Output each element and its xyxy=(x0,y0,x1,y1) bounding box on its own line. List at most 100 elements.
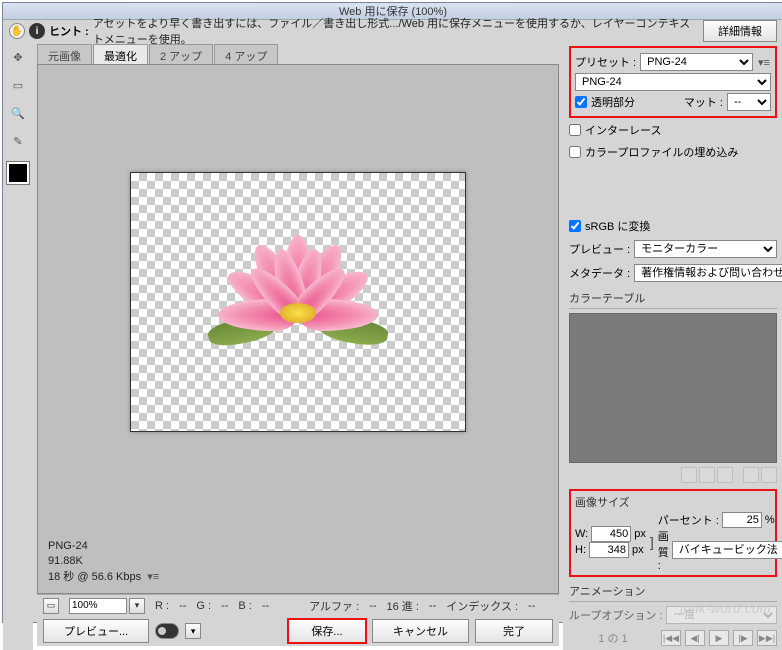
ct-icon-2 xyxy=(699,467,715,483)
preview-button[interactable]: プレビュー... xyxy=(43,619,149,643)
hint-bar: ✋ i ヒント : アセットをより早く書き出すには、ファイル／書き出し形式...… xyxy=(3,20,782,42)
colortable-toolbar xyxy=(569,467,777,483)
colortable-title: カラーテーブル xyxy=(569,290,777,309)
center-panel: 元画像 最適化 2 アップ 4 アップ xyxy=(33,42,563,650)
transparency-label: 透明部分 xyxy=(591,94,635,110)
status-alpha-label: アルファ : xyxy=(309,598,359,614)
zoom-tool[interactable]: 🔍 xyxy=(7,102,29,124)
status-hex-val: -- xyxy=(429,600,436,612)
format-group: プリセット : PNG-24 ▾≡ PNG-24 透明部分 マット : -- xyxy=(569,46,777,118)
interlace-checkbox[interactable] xyxy=(569,124,581,136)
image-size-group: 画像サイズ W: px H: px ] xyxy=(569,489,777,577)
imagesize-title: 画像サイズ xyxy=(575,494,771,512)
watermark: junk-word.com xyxy=(680,601,771,616)
preset-menu-icon[interactable]: ▾≡ xyxy=(757,56,771,69)
frame-indicator: 1 の 1 xyxy=(569,630,657,646)
height-label: H: xyxy=(575,544,586,556)
hint-label: ヒント : xyxy=(49,23,89,39)
tab-original[interactable]: 元画像 xyxy=(37,44,92,64)
preview-area: PNG-24 91.88K 18 秒 @ 56.6 Kbps ▾≡ xyxy=(37,64,559,594)
quality-label: 画質 : xyxy=(658,528,669,572)
animation-title: アニメーション xyxy=(569,583,777,602)
save-button[interactable]: 保存... xyxy=(288,619,366,643)
srgb-label: sRGB に変換 xyxy=(585,218,650,234)
status-r-label: R : xyxy=(155,600,169,612)
eyedropper-color-swatch[interactable] xyxy=(7,162,29,184)
zoom-dropdown-icon[interactable]: ▾ xyxy=(129,598,145,614)
info-icon: i xyxy=(29,23,45,39)
preview-meta: PNG-24 91.88K 18 秒 @ 56.6 Kbps ▾≡ xyxy=(42,535,554,589)
next-frame-button: |▶ xyxy=(733,630,753,646)
status-b-val: -- xyxy=(262,600,269,612)
metadata-label: メタデータ : xyxy=(569,265,630,281)
preview-tabs: 元画像 最適化 2 アップ 4 アップ xyxy=(37,44,559,64)
prev-frame-button: ◀| xyxy=(685,630,705,646)
srgb-checkbox[interactable] xyxy=(569,220,581,232)
transparency-checkbox[interactable] xyxy=(575,96,587,108)
tab-4up[interactable]: 4 アップ xyxy=(214,44,278,64)
zoom-out-button[interactable]: ▭ xyxy=(43,598,59,614)
width-unit: px xyxy=(634,528,646,540)
height-unit: px xyxy=(632,544,644,556)
preview-mode-select[interactable]: モニターカラー xyxy=(634,240,777,258)
done-button[interactable]: 完了 xyxy=(475,619,553,643)
status-index-val: -- xyxy=(528,600,535,612)
width-label: W: xyxy=(575,528,588,540)
tool-column: ✥ ▭ 🔍 ✎ xyxy=(3,42,33,650)
settings-panel: プリセット : PNG-24 ▾≡ PNG-24 透明部分 マット : -- イ… xyxy=(563,42,782,650)
canvas-wrap xyxy=(42,69,554,535)
ct-trash-icon xyxy=(761,467,777,483)
status-alpha-val: -- xyxy=(369,600,376,612)
ct-icon-1 xyxy=(681,467,697,483)
quality-select[interactable]: バイキュービック法 xyxy=(672,541,782,559)
status-hex-label: 16 進 : xyxy=(387,598,419,614)
interlace-label: インターレース xyxy=(585,122,661,138)
matte-label: マット : xyxy=(684,94,723,110)
hand-tool-icon[interactable]: ✋ xyxy=(9,23,25,39)
metadata-select[interactable]: 著作権情報および問い合わせ先 xyxy=(634,264,782,282)
meta-format: PNG-24 xyxy=(48,539,548,554)
ct-new-icon xyxy=(743,467,759,483)
animation-nav: 1 の 1 |◀◀ ◀| ▶ |▶ ▶▶| xyxy=(569,630,777,646)
cancel-button[interactable]: キャンセル xyxy=(372,619,469,643)
save-for-web-dialog: Web 用に保存 (100%) ✋ i ヒント : アセットをより早く書き出すに… xyxy=(2,2,782,623)
percent-unit: % xyxy=(765,514,775,526)
preset-select[interactable]: PNG-24 xyxy=(640,53,753,71)
percent-label: パーセント : xyxy=(658,512,719,528)
embed-profile-label: カラープロファイルの埋め込み xyxy=(585,144,738,160)
format-select[interactable]: PNG-24 xyxy=(575,73,771,91)
preset-label: プリセット : xyxy=(575,54,636,70)
status-g-val: -- xyxy=(221,600,228,612)
main-area: ✥ ▭ 🔍 ✎ 元画像 最適化 2 アップ 4 アップ xyxy=(3,42,782,650)
tab-2up[interactable]: 2 アップ xyxy=(149,44,213,64)
percent-input[interactable] xyxy=(722,512,762,528)
detail-info-button[interactable]: 詳細情報 xyxy=(703,20,777,42)
browser-preview-menu[interactable]: ▾ xyxy=(185,623,201,639)
status-g-label: G : xyxy=(196,600,211,612)
status-r-val: -- xyxy=(179,600,186,612)
eyedropper-tool[interactable]: ✎ xyxy=(7,130,29,152)
height-input[interactable] xyxy=(589,542,629,558)
first-frame-button: |◀◀ xyxy=(661,630,681,646)
status-index-label: インデックス : xyxy=(446,598,518,614)
zoom-select[interactable] xyxy=(69,598,127,614)
constrain-proportions-icon[interactable]: ] xyxy=(650,528,654,556)
image-canvas[interactable] xyxy=(130,172,466,432)
meta-menu-icon[interactable]: ▾≡ xyxy=(147,571,159,583)
meta-time: 18 秒 @ 56.6 Kbps xyxy=(48,571,141,583)
width-input[interactable] xyxy=(591,526,631,542)
color-table xyxy=(569,313,777,463)
preview-mode-label: プレビュー : xyxy=(569,241,630,257)
status-b-label: B : xyxy=(238,600,251,612)
hand-tool[interactable]: ✥ xyxy=(7,46,29,68)
tab-optimized[interactable]: 最適化 xyxy=(93,44,148,64)
embed-profile-checkbox[interactable] xyxy=(569,146,581,158)
play-button: ▶ xyxy=(709,630,729,646)
matte-select[interactable]: -- xyxy=(727,93,771,111)
status-bar: ▭ ▾ R :-- G :-- B :-- アルファ :-- 16 進 :-- … xyxy=(37,594,559,616)
browser-preview-toggle[interactable] xyxy=(155,623,179,639)
slice-select-tool[interactable]: ▭ xyxy=(7,74,29,96)
last-frame-button: ▶▶| xyxy=(757,630,777,646)
meta-size: 91.88K xyxy=(48,554,548,569)
ct-lock-icon xyxy=(717,467,733,483)
